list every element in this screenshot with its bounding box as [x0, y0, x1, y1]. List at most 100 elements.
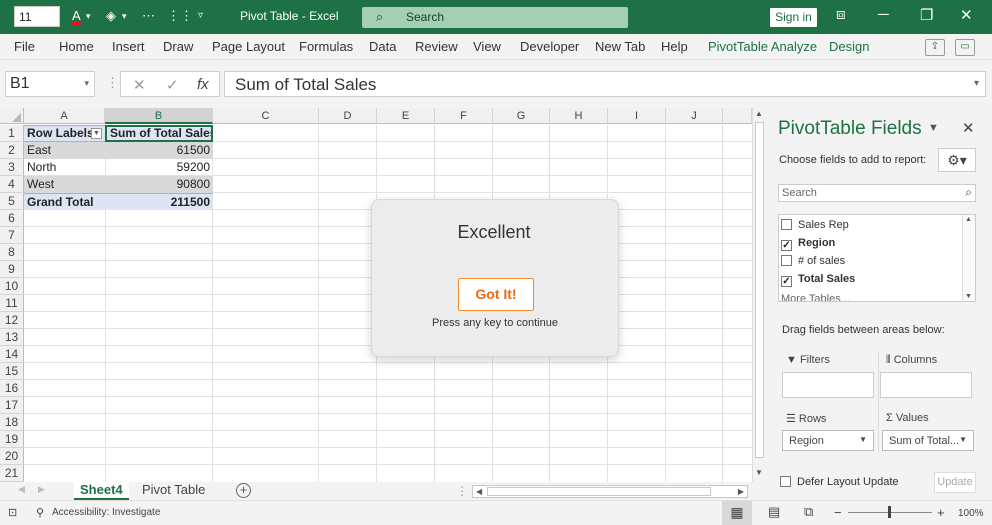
column-header[interactable]: D: [319, 108, 377, 124]
hscroll-thumb[interactable]: [487, 487, 711, 496]
row-header[interactable]: 20: [0, 448, 24, 465]
checked-checkbox-icon[interactable]: ✓: [781, 276, 792, 287]
zoom-out-button[interactable]: −: [834, 505, 842, 520]
row-header[interactable]: 6: [0, 210, 24, 227]
tab-data[interactable]: Data: [369, 39, 396, 54]
tab-file[interactable]: File: [14, 39, 35, 54]
expand-formula-bar-icon[interactable]: ▾: [974, 78, 979, 89]
scroll-down-icon[interactable]: ▼: [755, 468, 763, 477]
column-header[interactable]: I: [608, 108, 666, 124]
row-header[interactable]: 2: [0, 142, 24, 159]
tab-pivottable-analyze[interactable]: PivotTable Analyze: [708, 39, 817, 54]
comments-icon[interactable]: ▭: [955, 39, 975, 56]
row-header[interactable]: 13: [0, 329, 24, 346]
select-all-corner[interactable]: [0, 108, 24, 124]
zoom-level[interactable]: 100%: [958, 508, 984, 519]
row-header[interactable]: 16: [0, 380, 24, 397]
row-header[interactable]: 10: [0, 278, 24, 295]
tab-review[interactable]: Review: [415, 39, 458, 54]
update-button[interactable]: Update: [934, 472, 976, 493]
zoom-slider-thumb[interactable]: [888, 506, 891, 518]
column-header[interactable]: H: [550, 108, 608, 124]
tab-draw[interactable]: Draw: [163, 39, 193, 54]
accessibility-icon[interactable]: ⚲: [36, 506, 44, 519]
tab-design[interactable]: Design: [829, 39, 869, 54]
unchecked-checkbox-icon[interactable]: [781, 255, 792, 266]
horizontal-scrollbar[interactable]: ◀ ▶: [472, 485, 748, 498]
scroll-left-icon[interactable]: ◀: [476, 487, 482, 496]
pane-options-dropdown-icon[interactable]: ▼: [928, 122, 939, 134]
name-box-dropdown-icon[interactable]: ▾: [84, 78, 89, 89]
vertical-scrollbar[interactable]: ▲ ▼: [752, 108, 765, 482]
accessibility-status[interactable]: Accessibility: Investigate: [52, 507, 160, 518]
dropdown-arrow-icon[interactable]: ▼: [859, 435, 867, 444]
add-sheet-button[interactable]: +: [236, 483, 251, 498]
row-header[interactable]: 19: [0, 431, 24, 448]
fill-color-icon[interactable]: ◈: [106, 8, 116, 24]
tab-developer[interactable]: Developer: [520, 39, 579, 54]
tab-help[interactable]: Help: [661, 39, 688, 54]
sign-in-button[interactable]: Sign in: [770, 8, 817, 27]
row-header[interactable]: 5: [0, 193, 24, 210]
name-box[interactable]: B1 ▾: [5, 71, 95, 97]
scroll-up-icon[interactable]: ▲: [755, 109, 763, 118]
pivot-value-header-selected[interactable]: Sum of Total Sales: [105, 125, 213, 142]
row-header[interactable]: 12: [0, 312, 24, 329]
row-header[interactable]: 3: [0, 159, 24, 176]
row-header[interactable]: 14: [0, 346, 24, 363]
got-it-button[interactable]: Got It!: [458, 278, 534, 311]
sheet-tab-active[interactable]: Sheet4: [74, 482, 129, 500]
pivot-grand-total-label[interactable]: Grand Total: [24, 193, 105, 210]
column-header-selected[interactable]: B: [105, 108, 213, 124]
tab-formulas[interactable]: Formulas: [299, 39, 353, 54]
prev-sheet-icon[interactable]: ◀: [18, 484, 25, 495]
unchecked-checkbox-icon[interactable]: [781, 219, 792, 230]
page-layout-view-icon[interactable]: ▤: [768, 504, 780, 520]
scroll-up-icon[interactable]: ▲: [965, 216, 972, 223]
font-color-dropdown-icon[interactable]: ▾: [86, 11, 91, 22]
customize-toolbar-icon[interactable]: ▿: [198, 10, 203, 21]
column-header[interactable]: A: [24, 108, 105, 124]
share-icon[interactable]: ⇪: [925, 39, 945, 56]
search-box[interactable]: ⌕ Search: [362, 7, 628, 28]
pivot-row-label[interactable]: North: [24, 159, 105, 176]
minimize-icon[interactable]: ─: [878, 6, 889, 23]
row-header[interactable]: 21: [0, 465, 24, 482]
row-header[interactable]: 11: [0, 295, 24, 312]
column-header[interactable]: G: [493, 108, 550, 124]
field-item-region[interactable]: ✓ Region: [781, 237, 835, 251]
close-icon[interactable]: ✕: [960, 6, 973, 24]
scroll-right-icon[interactable]: ▶: [738, 487, 744, 496]
macro-icon[interactable]: ⊡: [8, 506, 17, 519]
row-header[interactable]: 17: [0, 397, 24, 414]
field-search-input[interactable]: Search ⌕: [778, 184, 976, 202]
row-header[interactable]: 8: [0, 244, 24, 261]
row-header[interactable]: 4: [0, 176, 24, 193]
column-header[interactable]: C: [213, 108, 319, 124]
sheet-tab[interactable]: Pivot Table: [136, 482, 211, 500]
ribbon-display-icon[interactable]: ⧈: [836, 6, 846, 23]
filters-drop-area[interactable]: [782, 372, 874, 398]
dropdown-arrow-icon[interactable]: ▼: [959, 435, 967, 444]
tab-insert[interactable]: Insert: [112, 39, 145, 54]
column-header[interactable]: J: [666, 108, 723, 124]
unchecked-checkbox-icon[interactable]: [780, 476, 791, 487]
merge-icon[interactable]: ⋮⋮: [167, 8, 193, 24]
scroll-thumb[interactable]: [755, 122, 764, 458]
font-size-box[interactable]: 11: [14, 6, 60, 27]
font-color-icon[interactable]: A: [72, 8, 81, 23]
field-list-scrollbar[interactable]: ▲ ▼: [962, 215, 975, 301]
fill-color-dropdown-icon[interactable]: ▾: [122, 11, 127, 22]
row-header[interactable]: 1: [0, 125, 24, 142]
row-header[interactable]: 7: [0, 227, 24, 244]
normal-view-icon[interactable]: ▦: [722, 501, 752, 525]
filter-dropdown-icon[interactable]: ▼: [91, 128, 102, 139]
field-item-num-of-sales[interactable]: # of sales: [781, 255, 845, 267]
pivot-row-label[interactable]: West: [24, 176, 105, 193]
columns-drop-area[interactable]: [880, 372, 972, 398]
pivot-row-value[interactable]: 90800: [105, 176, 213, 193]
field-item-sales-rep[interactable]: Sales Rep: [781, 219, 849, 231]
more-tables-link[interactable]: More Tables...: [781, 293, 850, 301]
column-header[interactable]: F: [435, 108, 493, 124]
borders-icon[interactable]: ⋯: [142, 8, 155, 24]
